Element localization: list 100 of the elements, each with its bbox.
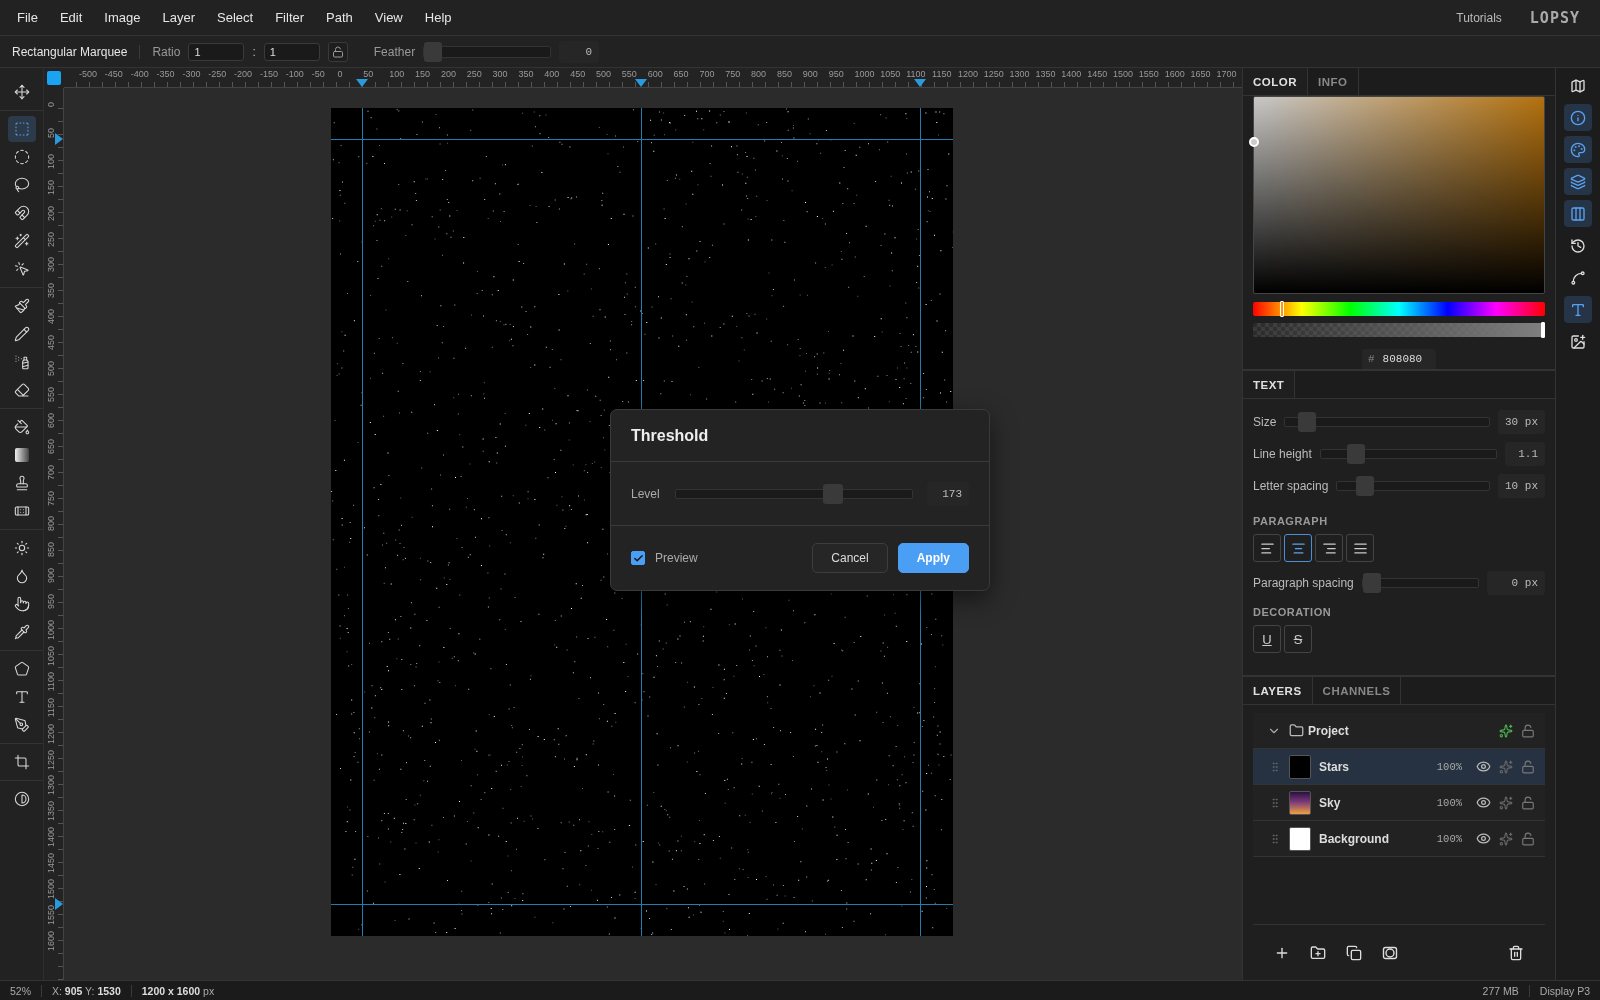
- hue-thumb[interactable]: [1280, 301, 1285, 317]
- menu-item[interactable]: Edit: [48, 10, 94, 25]
- drag-handle-icon[interactable]: [1269, 832, 1281, 845]
- align-button[interactable]: [1284, 534, 1312, 562]
- preview-checkbox[interactable]: [631, 551, 645, 565]
- brush-icon: [13, 298, 30, 314]
- ruler-label: 450: [570, 69, 586, 79]
- ruler-label: 50: [363, 69, 374, 79]
- align-button[interactable]: [1253, 534, 1281, 562]
- cursor-coordinates: X: 905 Y: 1530: [52, 984, 121, 997]
- ruler-label: -400: [130, 69, 149, 79]
- ruler-label: 600: [46, 412, 56, 428]
- ruler-label: 250: [466, 69, 482, 79]
- drag-handle-icon[interactable]: [1269, 760, 1281, 773]
- eye-icon[interactable]: [1476, 759, 1491, 774]
- eyedropper-icon: [13, 624, 30, 640]
- unlock-icon[interactable]: [1521, 759, 1535, 774]
- property-label: Paragraph spacing: [1253, 576, 1354, 590]
- property-value[interactable]: 1.1: [1505, 442, 1545, 466]
- menu-item[interactable]: Layer: [151, 10, 207, 25]
- eye-icon[interactable]: [1476, 795, 1491, 810]
- align-button[interactable]: [1315, 534, 1343, 562]
- menu-item[interactable]: Select: [206, 10, 265, 25]
- alpha-slider[interactable]: [1253, 323, 1545, 337]
- ruler-label: 1550: [1138, 69, 1159, 79]
- unlock-icon[interactable]: [1521, 723, 1535, 738]
- menu-item[interactable]: File: [6, 10, 49, 25]
- unlock-icon[interactable]: [1521, 831, 1535, 846]
- panel-toggle-button[interactable]: [1564, 168, 1592, 195]
- hue-slider[interactable]: [1253, 302, 1545, 316]
- ruler-label: 1300: [1009, 69, 1030, 79]
- feather-value[interactable]: 0: [559, 40, 600, 63]
- section-heading: DECORATION: [1253, 606, 1333, 618]
- menu-item[interactable]: View: [363, 10, 414, 25]
- slider-thumb[interactable]: [1356, 476, 1375, 496]
- menu-item[interactable]: Filter: [264, 10, 316, 25]
- spray-can-icon: [13, 354, 30, 370]
- color-field-thumb[interactable]: [1249, 137, 1259, 147]
- ruler-label: 1200: [46, 723, 56, 744]
- unlock-icon[interactable]: [1521, 795, 1535, 810]
- sparkles-icon[interactable]: [1499, 831, 1513, 846]
- columns-icon: [1570, 205, 1586, 222]
- strikethrough-button[interactable]: S: [1284, 625, 1312, 653]
- drag-handle-icon[interactable]: [1269, 796, 1281, 809]
- ruler-label: 1150: [46, 697, 56, 718]
- ruler-label: 1700: [1216, 69, 1237, 79]
- panel-toggle-button[interactable]: [1564, 136, 1592, 163]
- ruler-label: 400: [544, 69, 560, 79]
- eye-icon[interactable]: [1476, 831, 1491, 846]
- ruler-label: 0: [46, 102, 56, 107]
- trash-icon: [1508, 944, 1524, 961]
- slider-thumb[interactable]: [1362, 573, 1381, 593]
- palette-icon: [1570, 141, 1586, 158]
- logo: LOPSY: [1529, 8, 1580, 27]
- align-button[interactable]: [1346, 534, 1374, 562]
- layer-opacity[interactable]: 100%: [1436, 760, 1462, 773]
- lock-button[interactable]: [327, 41, 348, 62]
- layer-row[interactable]: Stars 100%: [1253, 749, 1545, 785]
- ruler-label: 750: [46, 490, 56, 506]
- panel-toggle-button[interactable]: [1564, 200, 1592, 227]
- property-label: Letter spacing: [1253, 479, 1329, 493]
- property-value[interactable]: 10 px: [1498, 474, 1545, 498]
- ruler-label: 450: [46, 335, 56, 351]
- sparkles-icon[interactable]: [1499, 795, 1513, 810]
- ratio-width-field[interactable]: 1: [188, 42, 245, 61]
- folder-icon: [1289, 723, 1304, 738]
- ratio-height-field[interactable]: 1: [263, 42, 320, 61]
- property-value[interactable]: 0 px: [1487, 571, 1545, 595]
- layer-opacity[interactable]: 100%: [1436, 832, 1462, 845]
- hex-field[interactable]: # 808080: [1362, 349, 1436, 369]
- slider-thumb[interactable]: [1298, 412, 1317, 432]
- ruler-label: 100: [389, 69, 405, 79]
- slider-thumb[interactable]: [1347, 444, 1366, 464]
- ruler-label: 200: [46, 205, 56, 221]
- ruler-label: 1450: [46, 853, 56, 874]
- menu-item[interactable]: Path: [315, 10, 364, 25]
- text-icon: [13, 689, 30, 705]
- ruler-label: 1200: [957, 69, 978, 79]
- menu-item[interactable]: Help: [413, 10, 463, 25]
- ruler-label: 250: [46, 231, 56, 247]
- slider-thumb[interactable]: [424, 41, 443, 62]
- underline-button[interactable]: U: [1253, 625, 1281, 653]
- ruler-label: 50: [46, 127, 56, 138]
- history-icon: [1570, 237, 1586, 254]
- panel-toggle-button[interactable]: [1564, 296, 1592, 323]
- crop-icon: [13, 754, 30, 770]
- zoom-level[interactable]: 52%: [10, 984, 31, 997]
- sparkles-icon[interactable]: [1499, 723, 1513, 738]
- property-value[interactable]: 30 px: [1498, 410, 1545, 434]
- panel-toggle-button[interactable]: [1564, 104, 1592, 131]
- slider-thumb[interactable]: [822, 483, 843, 504]
- ruler-label: 200: [440, 69, 456, 79]
- ruler-label: 1350: [46, 801, 56, 822]
- ruler-label: 1400: [1061, 69, 1082, 79]
- ruler-label: 1350: [1035, 69, 1056, 79]
- alpha-thumb[interactable]: [1541, 322, 1545, 338]
- tutorials-link[interactable]: Tutorials: [1456, 10, 1502, 25]
- layer-opacity[interactable]: 100%: [1436, 796, 1462, 809]
- menu-item[interactable]: Image: [93, 10, 152, 25]
- cancel-button[interactable]: Cancel: [812, 543, 888, 573]
